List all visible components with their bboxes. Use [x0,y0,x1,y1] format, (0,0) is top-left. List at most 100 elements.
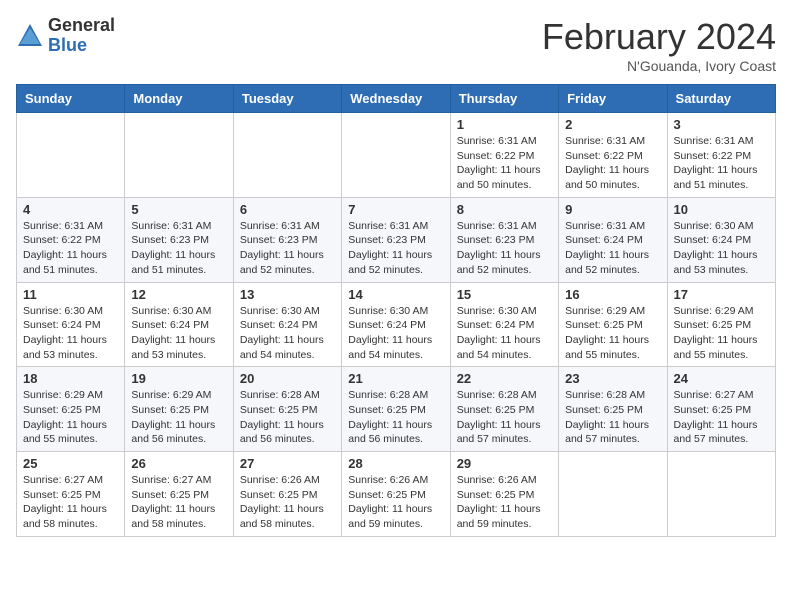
day-number: 17 [674,287,769,302]
day-number: 24 [674,371,769,386]
day-number: 14 [348,287,443,302]
day-info: Sunrise: 6:28 AM Sunset: 6:25 PM Dayligh… [240,388,335,447]
calendar-cell: 10 Sunrise: 6:30 AM Sunset: 6:24 PM Dayli… [667,197,775,282]
title-block: February 2024 N'Gouanda, Ivory Coast [542,16,776,74]
day-number: 21 [348,371,443,386]
day-number: 9 [565,202,660,217]
calendar-cell: 29 Sunrise: 6:26 AM Sunset: 6:25 PM Dayli… [450,452,558,537]
day-number: 8 [457,202,552,217]
calendar-day-header: Tuesday [233,85,341,113]
logo-blue-text: Blue [48,36,115,56]
calendar-cell: 27 Sunrise: 6:26 AM Sunset: 6:25 PM Dayli… [233,452,341,537]
day-info: Sunrise: 6:26 AM Sunset: 6:25 PM Dayligh… [240,473,335,532]
calendar-cell: 16 Sunrise: 6:29 AM Sunset: 6:25 PM Dayli… [559,282,667,367]
calendar-cell: 3 Sunrise: 6:31 AM Sunset: 6:22 PM Daylig… [667,113,775,198]
day-number: 23 [565,371,660,386]
day-number: 26 [131,456,226,471]
day-number: 18 [23,371,118,386]
day-number: 13 [240,287,335,302]
calendar-day-header: Friday [559,85,667,113]
day-number: 22 [457,371,552,386]
calendar-cell: 26 Sunrise: 6:27 AM Sunset: 6:25 PM Dayli… [125,452,233,537]
calendar-cell: 17 Sunrise: 6:29 AM Sunset: 6:25 PM Dayli… [667,282,775,367]
calendar-cell: 5 Sunrise: 6:31 AM Sunset: 6:23 PM Daylig… [125,197,233,282]
page-header: General Blue February 2024 N'Gouanda, Iv… [16,16,776,74]
day-info: Sunrise: 6:27 AM Sunset: 6:25 PM Dayligh… [131,473,226,532]
day-info: Sunrise: 6:29 AM Sunset: 6:25 PM Dayligh… [674,304,769,363]
calendar-cell: 13Sunrise: 6:30 AM Sunset: 6:24 PM Dayli… [233,282,341,367]
calendar-cell: 20 Sunrise: 6:28 AM Sunset: 6:25 PM Dayli… [233,367,341,452]
calendar-table: SundayMondayTuesdayWednesdayThursdayFrid… [16,84,776,537]
calendar-cell [667,452,775,537]
calendar-week-row: 25Sunrise: 6:27 AM Sunset: 6:25 PM Dayli… [17,452,776,537]
day-info: Sunrise: 6:30 AM Sunset: 6:24 PM Dayligh… [23,304,118,363]
day-info: Sunrise: 6:26 AM Sunset: 6:25 PM Dayligh… [457,473,552,532]
calendar-cell [125,113,233,198]
day-number: 19 [131,371,226,386]
calendar-cell: 18 Sunrise: 6:29 AM Sunset: 6:25 PM Dayli… [17,367,125,452]
day-info: Sunrise: 6:31 AM Sunset: 6:22 PM Dayligh… [565,134,660,193]
day-info: Sunrise: 6:28 AM Sunset: 6:25 PM Dayligh… [565,388,660,447]
calendar-week-row: 4 Sunrise: 6:31 AM Sunset: 6:22 PM Daylig… [17,197,776,282]
day-number: 2 [565,117,660,132]
day-number: 27 [240,456,335,471]
day-number: 10 [674,202,769,217]
calendar-cell: 28Sunrise: 6:26 AM Sunset: 6:25 PM Dayli… [342,452,450,537]
calendar-cell: 25Sunrise: 6:27 AM Sunset: 6:25 PM Dayli… [17,452,125,537]
calendar-cell: 11Sunrise: 6:30 AM Sunset: 6:24 PM Dayli… [17,282,125,367]
calendar-header-row: SundayMondayTuesdayWednesdayThursdayFrid… [17,85,776,113]
day-info: Sunrise: 6:31 AM Sunset: 6:23 PM Dayligh… [457,219,552,278]
calendar-cell [559,452,667,537]
day-info: Sunrise: 6:27 AM Sunset: 6:25 PM Dayligh… [674,388,769,447]
day-info: Sunrise: 6:30 AM Sunset: 6:24 PM Dayligh… [348,304,443,363]
day-info: Sunrise: 6:26 AM Sunset: 6:25 PM Dayligh… [348,473,443,532]
day-number: 16 [565,287,660,302]
calendar-cell [342,113,450,198]
calendar-cell [17,113,125,198]
day-info: Sunrise: 6:28 AM Sunset: 6:25 PM Dayligh… [348,388,443,447]
logo: General Blue [16,16,115,56]
month-title: February 2024 [542,16,776,58]
logo-icon [16,22,44,50]
day-number: 20 [240,371,335,386]
calendar-cell: 22Sunrise: 6:28 AM Sunset: 6:25 PM Dayli… [450,367,558,452]
day-number: 5 [131,202,226,217]
calendar-cell: 8 Sunrise: 6:31 AM Sunset: 6:23 PM Daylig… [450,197,558,282]
day-info: Sunrise: 6:30 AM Sunset: 6:24 PM Dayligh… [674,219,769,278]
calendar-cell: 2 Sunrise: 6:31 AM Sunset: 6:22 PM Daylig… [559,113,667,198]
day-number: 1 [457,117,552,132]
calendar-week-row: 11Sunrise: 6:30 AM Sunset: 6:24 PM Dayli… [17,282,776,367]
calendar-cell: 19 Sunrise: 6:29 AM Sunset: 6:25 PM Dayli… [125,367,233,452]
day-info: Sunrise: 6:31 AM Sunset: 6:24 PM Dayligh… [565,219,660,278]
day-info: Sunrise: 6:29 AM Sunset: 6:25 PM Dayligh… [131,388,226,447]
calendar-week-row: 1 Sunrise: 6:31 AM Sunset: 6:22 PM Daylig… [17,113,776,198]
day-number: 12 [131,287,226,302]
calendar-cell: 23 Sunrise: 6:28 AM Sunset: 6:25 PM Dayli… [559,367,667,452]
day-number: 4 [23,202,118,217]
calendar-day-header: Sunday [17,85,125,113]
calendar-cell: 21 Sunrise: 6:28 AM Sunset: 6:25 PM Dayli… [342,367,450,452]
day-number: 3 [674,117,769,132]
day-info: Sunrise: 6:31 AM Sunset: 6:23 PM Dayligh… [131,219,226,278]
day-info: Sunrise: 6:29 AM Sunset: 6:25 PM Dayligh… [23,388,118,447]
day-info: Sunrise: 6:31 AM Sunset: 6:22 PM Dayligh… [23,219,118,278]
day-info: Sunrise: 6:31 AM Sunset: 6:22 PM Dayligh… [674,134,769,193]
day-info: Sunrise: 6:30 AM Sunset: 6:24 PM Dayligh… [131,304,226,363]
calendar-cell [233,113,341,198]
calendar-cell: 6Sunrise: 6:31 AM Sunset: 6:23 PM Daylig… [233,197,341,282]
day-info: Sunrise: 6:30 AM Sunset: 6:24 PM Dayligh… [457,304,552,363]
logo-general-text: General [48,16,115,36]
calendar-cell: 15 Sunrise: 6:30 AM Sunset: 6:24 PM Dayli… [450,282,558,367]
calendar-cell: 7 Sunrise: 6:31 AM Sunset: 6:23 PM Daylig… [342,197,450,282]
calendar-cell: 1 Sunrise: 6:31 AM Sunset: 6:22 PM Daylig… [450,113,558,198]
day-number: 7 [348,202,443,217]
day-number: 15 [457,287,552,302]
day-info: Sunrise: 6:29 AM Sunset: 6:25 PM Dayligh… [565,304,660,363]
day-number: 29 [457,456,552,471]
day-info: Sunrise: 6:31 AM Sunset: 6:22 PM Dayligh… [457,134,552,193]
calendar-cell: 12 Sunrise: 6:30 AM Sunset: 6:24 PM Dayli… [125,282,233,367]
calendar-cell: 24 Sunrise: 6:27 AM Sunset: 6:25 PM Dayli… [667,367,775,452]
day-info: Sunrise: 6:31 AM Sunset: 6:23 PM Dayligh… [348,219,443,278]
day-number: 6 [240,202,335,217]
calendar-cell: 4 Sunrise: 6:31 AM Sunset: 6:22 PM Daylig… [17,197,125,282]
